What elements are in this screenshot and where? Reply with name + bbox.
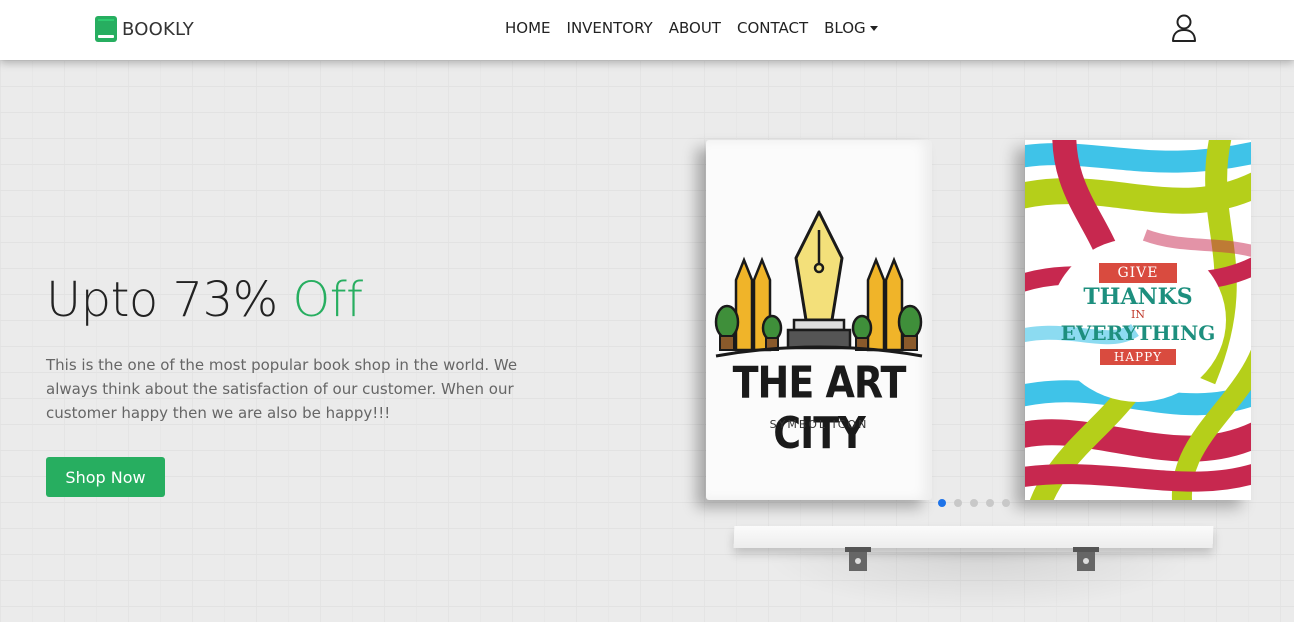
carousel-dot-5[interactable] (1002, 499, 1010, 507)
shelf-bracket-right (1073, 547, 1099, 571)
carousel-indicators (938, 499, 1010, 507)
hero-description: This is the one of the most popular book… (46, 356, 518, 422)
headline-accent: Off (292, 272, 364, 328)
carousel-dot-2[interactable] (954, 499, 962, 507)
nav-about[interactable]: ABOUT (669, 19, 721, 37)
nav-home[interactable]: HOME (505, 19, 551, 37)
book-cover-art-city[interactable]: THE ART CITY SYMBOL ICON (706, 140, 932, 500)
nav-blog-label: BLOG (824, 19, 866, 37)
user-icon[interactable] (1171, 14, 1197, 42)
hero-headline: Upto 73% Off (46, 272, 363, 328)
caret-down-icon (869, 25, 878, 31)
headline-main: Upto 73% (46, 272, 293, 328)
brand-logo[interactable]: BOOKLY (94, 15, 194, 43)
text-thanks: THANKS (1083, 284, 1193, 310)
carousel-dot-1[interactable] (938, 499, 946, 507)
book-shelf (733, 526, 1214, 548)
nav-inventory[interactable]: INVENTORY (567, 19, 653, 37)
main-nav: HOME INVENTORY ABOUT CONTACT BLOG (505, 19, 878, 37)
book-cover-give-thanks[interactable]: GIVE THANKS IN EVERYTHING HAPPY (1025, 140, 1251, 500)
navbar: BOOKLY HOME INVENTORY ABOUT CONTACT BLOG (0, 0, 1294, 60)
text-in: IN (1131, 308, 1145, 321)
ribbon-give: GIVE (1099, 263, 1177, 283)
book-subtitle: SYMBOL ICON (769, 418, 869, 431)
shelf-shadow (760, 552, 1200, 612)
carousel-dot-3[interactable] (970, 499, 978, 507)
nav-blog-dropdown[interactable]: BLOG (824, 19, 878, 37)
pen-pencils-illustration (714, 210, 923, 358)
cover-text-block: GIVE THANKS IN EVERYTHING HAPPY (1025, 262, 1251, 365)
text-everything: EVERYTHING (1060, 321, 1216, 345)
ribbon-happy: HAPPY (1099, 349, 1177, 365)
book-title: THE ART CITY (732, 357, 907, 459)
carousel-dot-4[interactable] (986, 499, 994, 507)
nav-contact[interactable]: CONTACT (737, 19, 808, 37)
shop-now-button[interactable]: Shop Now (46, 457, 165, 497)
brand-name: BOOKLY (122, 18, 195, 40)
book-icon (95, 16, 117, 42)
shelf-bracket-left (845, 547, 871, 571)
